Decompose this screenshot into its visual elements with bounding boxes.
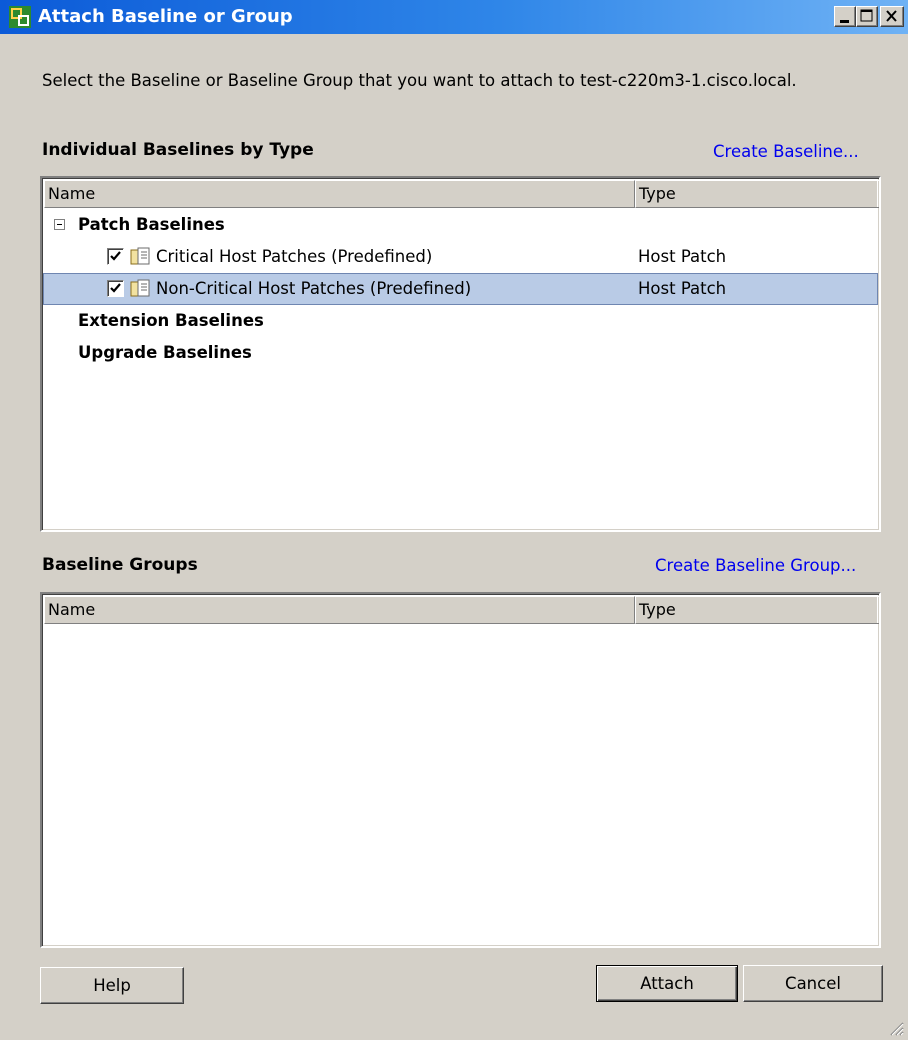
title-bar[interactable]: Attach Baseline or Group bbox=[0, 0, 908, 34]
baseline-checkbox[interactable] bbox=[107, 248, 124, 265]
baseline-checkbox[interactable] bbox=[107, 280, 124, 297]
tree-group-label: Patch Baselines bbox=[78, 215, 225, 234]
baseline-groups-heading: Baseline Groups bbox=[42, 555, 198, 575]
attach-baseline-dialog: Attach Baseline or Group Select the Base… bbox=[0, 0, 908, 1040]
baseline-type: Host Patch bbox=[638, 279, 727, 298]
checkbox-checked-icon bbox=[110, 251, 121, 261]
instruction-text: Select the Baseline or Baseline Group th… bbox=[42, 71, 797, 90]
column-header-name[interactable]: Name bbox=[44, 596, 635, 624]
baseline-name: Non-Critical Host Patches (Predefined) bbox=[156, 279, 472, 298]
baseline-name: Critical Host Patches (Predefined) bbox=[156, 247, 433, 266]
tree-group-patch-baselines[interactable]: Patch Baselines bbox=[44, 210, 877, 240]
individual-baselines-heading: Individual Baselines by Type bbox=[42, 140, 314, 160]
attach-button[interactable]: Attach bbox=[596, 965, 738, 1002]
maximize-button[interactable] bbox=[856, 6, 878, 27]
list-header: Name Type bbox=[44, 596, 879, 624]
column-header-type[interactable]: Type bbox=[635, 596, 879, 624]
baseline-icon bbox=[130, 247, 150, 265]
individual-baselines-list[interactable]: Name Type Patch Baselines Critical Host … bbox=[40, 176, 881, 532]
column-header-type[interactable]: Type bbox=[635, 180, 879, 208]
close-icon bbox=[886, 10, 897, 22]
column-header-name[interactable]: Name bbox=[44, 180, 635, 208]
minimize-button[interactable] bbox=[834, 6, 856, 27]
vsphere-app-icon bbox=[9, 6, 31, 28]
checkbox-checked-icon bbox=[110, 283, 121, 293]
tree-group-upgrade-baselines[interactable]: Upgrade Baselines bbox=[44, 338, 877, 368]
create-baseline-group-link[interactable]: Create Baseline Group... bbox=[655, 556, 856, 575]
window-title: Attach Baseline or Group bbox=[38, 6, 293, 27]
resize-grip-icon[interactable] bbox=[888, 1020, 904, 1036]
list-header: Name Type bbox=[44, 180, 879, 208]
collapse-icon[interactable] bbox=[54, 219, 65, 230]
tree-group-extension-baselines[interactable]: Extension Baselines bbox=[44, 306, 877, 336]
baseline-icon bbox=[130, 279, 150, 297]
tree-group-label: Extension Baselines bbox=[78, 311, 264, 330]
close-button[interactable] bbox=[880, 6, 904, 27]
create-baseline-link[interactable]: Create Baseline... bbox=[713, 142, 859, 161]
maximize-icon bbox=[860, 9, 873, 22]
baseline-type: Host Patch bbox=[638, 247, 727, 266]
help-button[interactable]: Help bbox=[40, 967, 184, 1004]
list-item-selected[interactable]: Non-Critical Host Patches (Predefined) H… bbox=[43, 273, 878, 305]
cancel-button[interactable]: Cancel bbox=[743, 965, 883, 1002]
baseline-groups-list[interactable]: Name Type bbox=[40, 592, 881, 948]
minimize-icon bbox=[840, 20, 849, 23]
list-item[interactable]: Critical Host Patches (Predefined) Host … bbox=[44, 242, 877, 272]
tree-group-label: Upgrade Baselines bbox=[78, 343, 252, 362]
